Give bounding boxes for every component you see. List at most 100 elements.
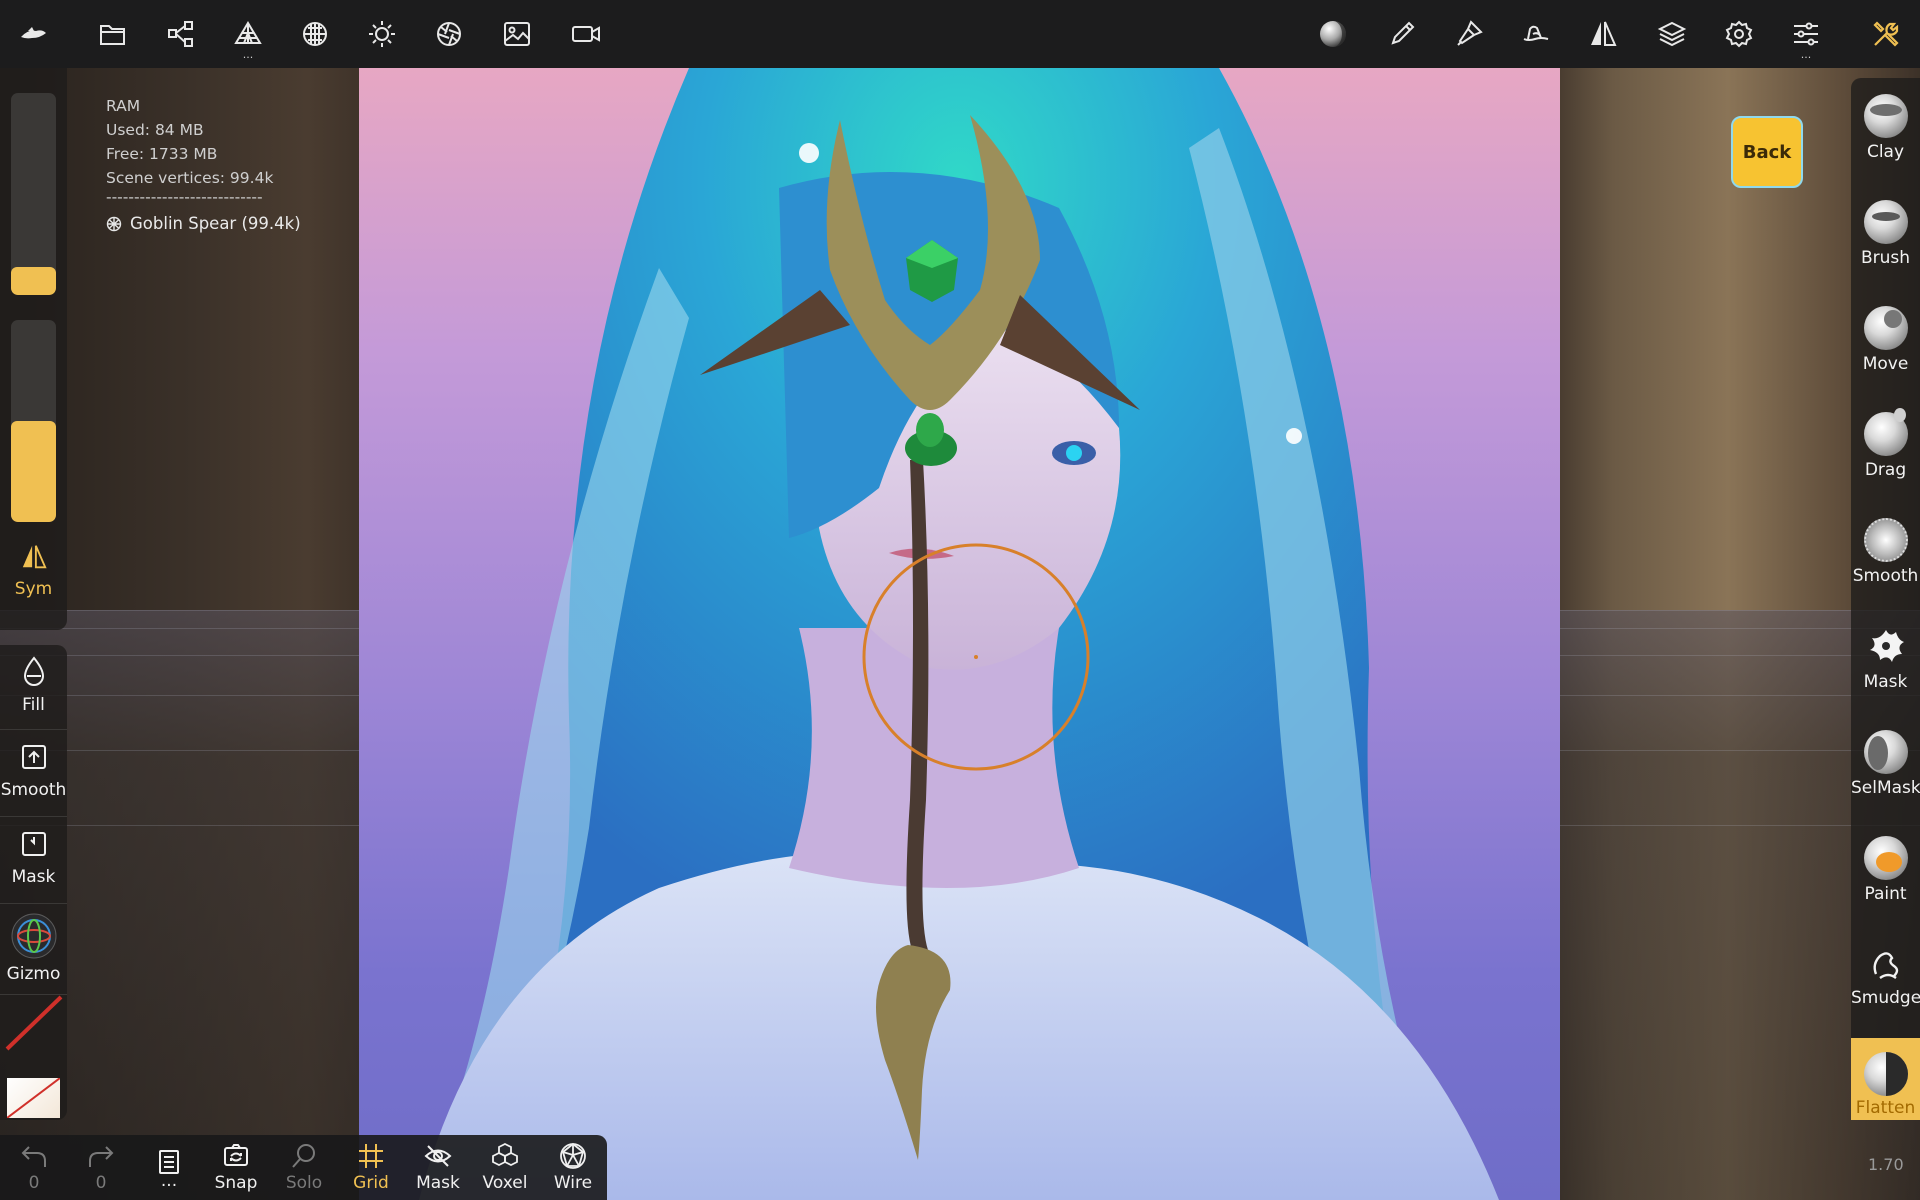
mask-label: Mask xyxy=(11,867,56,887)
solo-label: Solo xyxy=(285,1173,323,1193)
tool-flatten[interactable]: Flatten xyxy=(1851,1038,1920,1120)
smooth-label: Smooth xyxy=(0,780,67,800)
grid-icon xyxy=(359,1144,383,1168)
tool-drag[interactable]: Drag xyxy=(1851,396,1920,502)
tool-label: Drag xyxy=(1864,460,1907,480)
tool-label: Mask xyxy=(1863,672,1908,692)
tool-label: Flatten xyxy=(1855,1098,1916,1118)
drag-icon xyxy=(1863,408,1908,456)
back-button[interactable]: Back xyxy=(1731,116,1803,188)
tools-icon[interactable] xyxy=(1866,14,1906,54)
redo-count: 0 xyxy=(95,1173,107,1193)
paint-icon xyxy=(1863,836,1908,880)
background-image-icon[interactable] xyxy=(497,14,537,54)
files-icon[interactable] xyxy=(93,14,133,54)
tool-mask[interactable]: Mask xyxy=(1851,608,1920,714)
painting-icon[interactable] xyxy=(1449,14,1489,54)
wireframe-icon xyxy=(560,1142,586,1169)
voxel-button[interactable]: Voxel xyxy=(472,1141,538,1193)
mask-tool[interactable]: Mask xyxy=(0,817,67,904)
selmask-icon xyxy=(1863,730,1908,774)
tool-label: Paint xyxy=(1864,884,1907,904)
matcap-icon[interactable] xyxy=(1313,14,1353,54)
ram-used: Used: 84 MB xyxy=(106,121,204,139)
drop-icon xyxy=(23,656,44,686)
redo-icon xyxy=(89,1146,114,1167)
tool-label: SelMask xyxy=(1851,778,1920,798)
tool-smooth[interactable]: Smooth xyxy=(1851,502,1920,608)
scene-icon[interactable] xyxy=(161,14,201,54)
color-swatch[interactable] xyxy=(7,1078,60,1118)
smudge-icon xyxy=(1872,952,1898,979)
wireframe-label: Wire xyxy=(553,1173,593,1193)
camera-lens-icon[interactable] xyxy=(429,14,469,54)
smooth-tool[interactable]: Smooth xyxy=(0,730,67,817)
tool-label: Brush xyxy=(1860,248,1911,268)
settings-icon[interactable] xyxy=(1719,14,1759,54)
ram-label: RAM xyxy=(106,97,141,115)
stroke-icon[interactable] xyxy=(1382,14,1422,54)
tool-clay[interactable]: Clay xyxy=(1851,78,1920,184)
radius-slider[interactable] xyxy=(11,93,56,295)
redo-button[interactable]: 0 xyxy=(68,1141,134,1193)
right-tool-panel: Clay Brush Move Drag Smooth Mask SelMask… xyxy=(1851,78,1920,1120)
undo-count: 0 xyxy=(28,1173,40,1193)
app-logo-icon[interactable] xyxy=(13,14,53,54)
fill-label: Fill xyxy=(22,695,45,715)
undo-icon xyxy=(21,1146,46,1167)
zoom-readout: 1.70 xyxy=(1868,1155,1904,1174)
gizmo-icon xyxy=(11,913,56,959)
tool-label: Smudge xyxy=(1851,988,1920,1008)
wireframe-toggle[interactable]: Wire xyxy=(540,1141,606,1193)
tool-label: Move xyxy=(1862,354,1909,374)
gizmo-tool[interactable]: Gizmo xyxy=(0,904,67,995)
grid-toggle[interactable]: Grid xyxy=(338,1141,404,1193)
brush-icon xyxy=(1863,200,1908,244)
scene-vertices: Scene vertices: 99.4k xyxy=(106,169,274,187)
tool-brush[interactable]: Brush xyxy=(1851,184,1920,290)
mask-visibility-toggle[interactable]: Mask xyxy=(405,1141,471,1193)
sym-label: Sym xyxy=(14,579,53,599)
interface-icon[interactable]: ... xyxy=(1786,14,1826,60)
solo-toggle[interactable]: Solo xyxy=(271,1141,337,1193)
symmetry-icon[interactable] xyxy=(1583,14,1623,54)
tool-move[interactable]: Move xyxy=(1851,290,1920,396)
stroke-preview[interactable] xyxy=(5,993,63,1053)
fill-tool[interactable]: Fill xyxy=(0,643,67,730)
topology-icon[interactable]: ... xyxy=(228,14,268,60)
sym-toggle[interactable]: Sym xyxy=(0,543,67,599)
snap-icon xyxy=(224,1144,248,1166)
history-more: ... xyxy=(160,1171,178,1191)
intensity-slider-fill xyxy=(11,421,56,522)
intensity-slider[interactable] xyxy=(11,320,56,522)
eye-hidden-icon xyxy=(424,1145,452,1167)
radius-slider-fill xyxy=(11,267,56,295)
mask-splat-icon xyxy=(1869,630,1904,662)
mesh-name: Goblin Spear (99.4k) xyxy=(130,214,301,233)
tool-settings-icon[interactable] xyxy=(1516,14,1556,54)
flatten-icon xyxy=(1863,1052,1908,1096)
scene-info: RAM Used: 84 MB Free: 1733 MB Scene vert… xyxy=(106,94,301,236)
interface-more: ... xyxy=(1800,48,1812,61)
smooth-icon xyxy=(1863,518,1908,562)
mesh-entry[interactable]: Goblin Spear (99.4k) xyxy=(106,212,301,236)
voxel-icon xyxy=(492,1142,518,1167)
light-icon[interactable] xyxy=(362,14,402,54)
tool-selmask[interactable]: SelMask xyxy=(1851,714,1920,820)
snap-label: Snap xyxy=(214,1173,258,1193)
smooth-upload-icon xyxy=(21,745,46,769)
tool-smudge[interactable]: Smudge xyxy=(1851,926,1920,1032)
mesh-icon xyxy=(106,216,122,232)
undo-button[interactable]: 0 xyxy=(1,1141,67,1193)
mask-visibility-label: Mask xyxy=(416,1173,460,1193)
tool-paint[interactable]: Paint xyxy=(1851,820,1920,926)
snap-toggle[interactable]: Snap xyxy=(203,1141,269,1193)
material-icon[interactable] xyxy=(295,14,335,54)
bottom-toolbar: 0 0 ... Snap Solo Grid Mask Voxel Wire xyxy=(0,1135,607,1200)
voxel-label: Voxel xyxy=(482,1173,528,1193)
mask-square-icon xyxy=(21,832,46,856)
layers-icon[interactable] xyxy=(1652,14,1692,54)
history-button[interactable]: ... xyxy=(136,1141,202,1191)
ram-free: Free: 1733 MB xyxy=(106,145,218,163)
video-icon[interactable] xyxy=(566,14,606,54)
